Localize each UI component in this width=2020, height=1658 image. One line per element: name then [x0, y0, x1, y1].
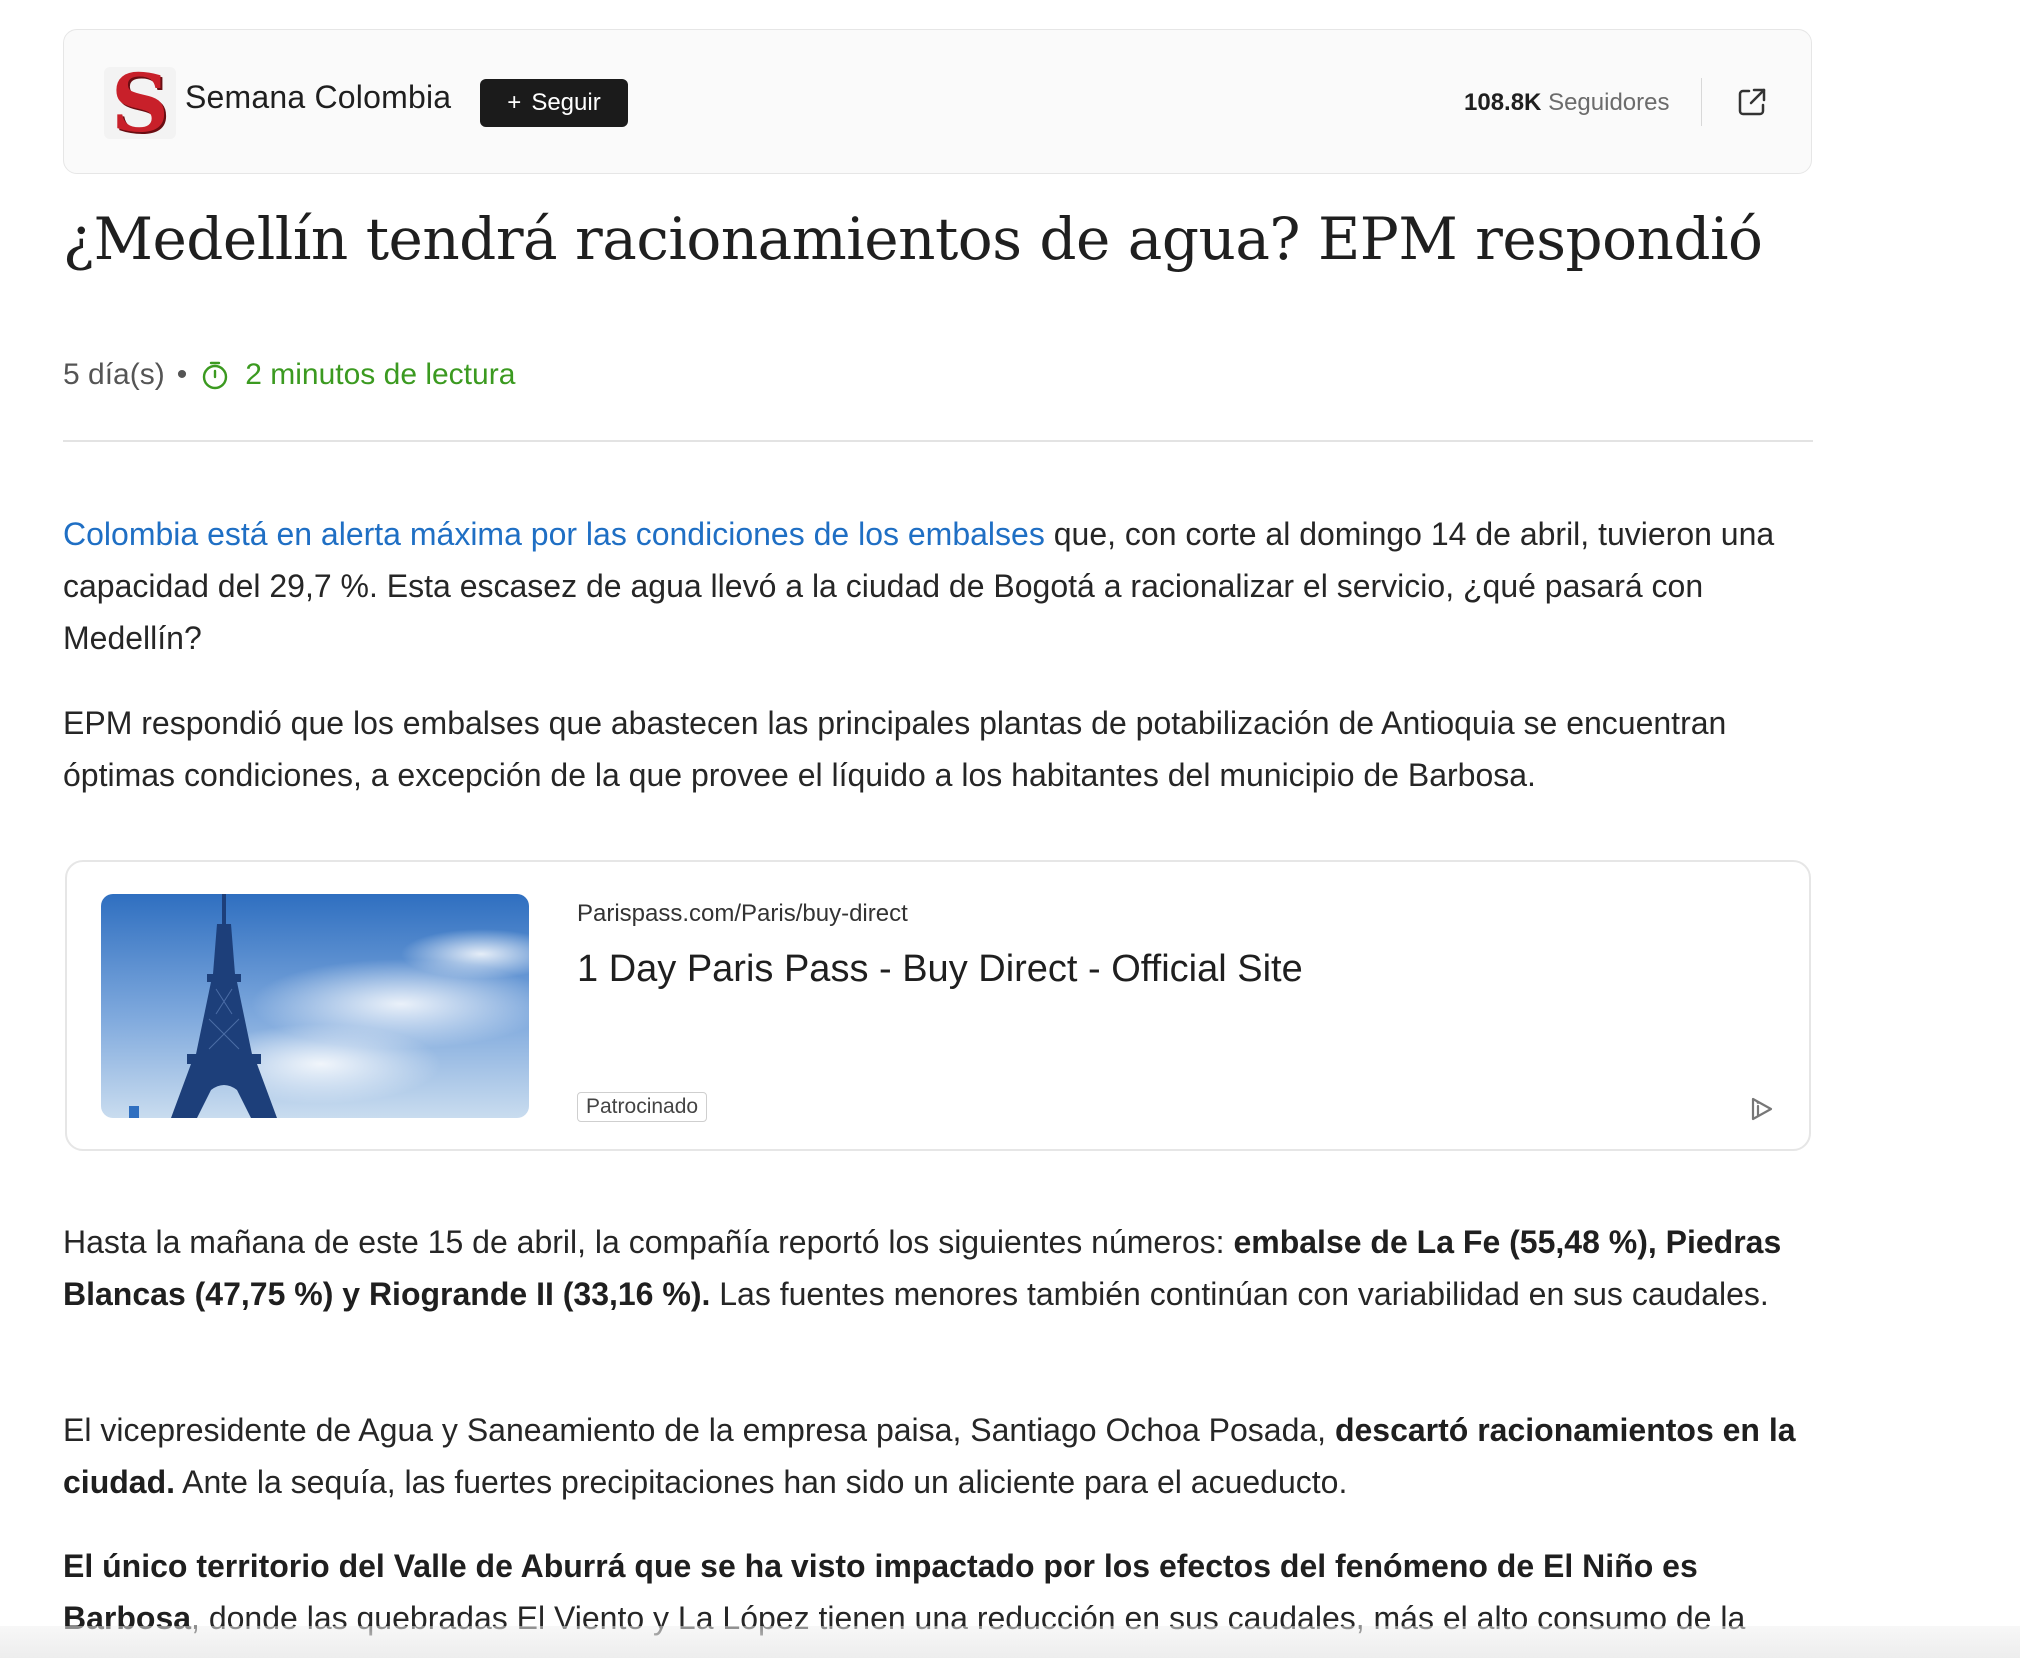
paragraph-3-end: Las fuentes menores también continúan co… — [710, 1276, 1769, 1312]
external-link-icon — [1738, 88, 1766, 116]
timer-icon — [203, 361, 228, 390]
embalses-link[interactable]: Colombia está en alerta máxima por las c… — [63, 516, 1045, 552]
paragraph-1: Colombia está en alerta máxima por las c… — [63, 508, 1823, 664]
article-page: S Semana Colombia + Seguir 108.8K Seguid… — [0, 0, 2020, 1658]
plus-icon: + — [507, 89, 522, 116]
share-button[interactable] — [1732, 82, 1772, 122]
publisher-logo-letter: S — [111, 56, 169, 150]
article-meta: 5 día(s) • 2 minutos de lectura — [63, 358, 515, 392]
paragraph-4-start: El vicepresidente de Agua y Saneamiento … — [63, 1412, 1335, 1448]
follow-label: Seguir — [531, 89, 601, 116]
publisher-header: S Semana Colombia + Seguir 108.8K Seguid… — [63, 29, 1812, 174]
publisher-logo[interactable]: S — [104, 56, 176, 150]
ad-title[interactable]: 1 Day Paris Pass - Buy Direct - Official… — [577, 948, 1303, 991]
meta-divider — [63, 440, 1813, 442]
scroll-edge — [0, 1626, 2020, 1658]
eiffel-tower-image — [101, 894, 529, 1118]
paragraph-4-end: Ante la sequía, las fuertes precipitacio… — [175, 1464, 1348, 1500]
followers-info: 108.8K Seguidores — [1464, 89, 1669, 117]
paragraph-3-start: Hasta la mañana de este 15 de abril, la … — [63, 1224, 1234, 1260]
meta-separator: • — [176, 358, 188, 391]
followers-count: 108.8K — [1464, 89, 1542, 116]
header-divider — [1701, 78, 1702, 126]
ad-choices-icon — [1751, 1097, 1773, 1121]
followers-label: Seguidores — [1548, 89, 1670, 116]
publisher-name[interactable]: Semana Colombia — [185, 79, 451, 116]
read-time: 2 minutos de lectura — [199, 358, 515, 392]
paragraph-4: El vicepresidente de Agua y Saneamiento … — [63, 1404, 1823, 1508]
paragraph-3: Hasta la mañana de este 15 de abril, la … — [63, 1216, 1823, 1320]
article-title: ¿Medellín tendrá racionamientos de agua?… — [63, 205, 1763, 273]
sponsored-ad-card[interactable]: Parispass.com/Paris/buy-direct 1 Day Par… — [65, 860, 1811, 1151]
paragraph-2: EPM respondió que los embalses que abast… — [63, 705, 1727, 793]
ad-choices-button[interactable] — [1747, 1094, 1777, 1124]
sponsored-badge: Patrocinado — [577, 1092, 708, 1122]
follow-button[interactable]: + Seguir — [480, 79, 628, 127]
ad-url[interactable]: Parispass.com/Paris/buy-direct — [577, 900, 908, 928]
article-age: 5 día(s) — [63, 358, 165, 391]
read-time-label: 2 minutos de lectura — [245, 358, 516, 391]
ad-image[interactable] — [101, 894, 529, 1118]
